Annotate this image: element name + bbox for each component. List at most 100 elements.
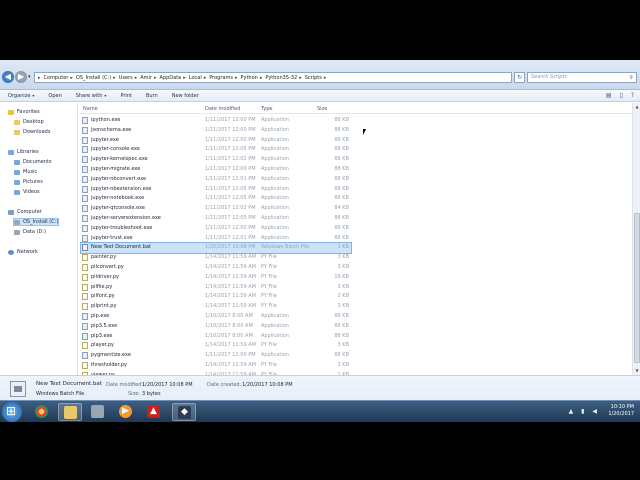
- clock[interactable]: 10:10 PM 1/20/2017: [608, 404, 634, 418]
- breadcrumb-item[interactable]: Python35-32: [265, 75, 297, 81]
- breadcrumb-item[interactable]: Computer: [44, 75, 69, 81]
- chevron-down-icon: ▾: [104, 92, 107, 98]
- breadcrumb-separator-icon[interactable]: ▸: [299, 75, 302, 81]
- preview-pane-icon[interactable]: ▯: [620, 92, 623, 99]
- taskbar-app-3[interactable]: [86, 403, 110, 421]
- nav-data-drive[interactable]: Data (D:): [14, 229, 46, 235]
- breadcrumb-separator-icon[interactable]: ▸: [204, 75, 207, 81]
- nav-libraries[interactable]: Libraries: [8, 149, 39, 155]
- file-name: pilprint.py: [91, 303, 117, 310]
- nav-network[interactable]: Network: [8, 249, 38, 255]
- file-size: 88 KB: [334, 312, 349, 319]
- table-row[interactable]: jupyter.exe 1/11/2017 12:00 PM Application…: [81, 136, 351, 146]
- table-row[interactable]: jupyter-migrate.exe 1/11/2017 12:00 PM App…: [81, 165, 351, 175]
- organize-button[interactable]: Organize ▾: [8, 93, 34, 99]
- breadcrumb-item[interactable]: Users: [119, 75, 133, 81]
- scroll-thumb[interactable]: [634, 213, 640, 363]
- vertical-scrollbar[interactable]: ▲ ▼: [632, 103, 640, 375]
- table-row[interactable]: pip3.exe 1/10/2017 8:00 AM Application 88 K…: [81, 332, 351, 342]
- clock-date: 1/20/2017: [608, 411, 634, 417]
- table-row-selected[interactable]: New Text Document.bat 1/20/2017 10:08 PM W…: [80, 242, 352, 255]
- py-file-icon: [82, 263, 88, 271]
- breadcrumb-item[interactable]: AppData: [160, 75, 182, 81]
- taskbar-acrobat[interactable]: ▲: [142, 403, 166, 421]
- nav-computer[interactable]: Computer: [8, 209, 42, 215]
- taskbar-app-6[interactable]: ◆: [172, 403, 196, 421]
- table-row[interactable]: pip.exe 1/10/2017 8:00 AM Application 88 KB: [81, 312, 351, 322]
- breadcrumb-separator-icon[interactable]: ▸: [235, 75, 238, 81]
- table-row[interactable]: jsonschema.exe 1/11/2017 12:00 PM Applicat…: [81, 126, 351, 136]
- table-row[interactable]: thresholder.py 1/14/2017 11:59 AM PY File 2…: [81, 361, 351, 371]
- system-tray-icons[interactable]: ▲ ▮ ◀: [569, 408, 600, 415]
- taskbar-media-player[interactable]: ▶: [114, 403, 138, 421]
- taskbar-explorer[interactable]: [58, 403, 82, 421]
- nav-pictures[interactable]: Pictures: [14, 179, 43, 185]
- column-size[interactable]: Size: [317, 106, 327, 112]
- breadcrumb-item[interactable]: Local: [189, 75, 202, 81]
- table-row[interactable]: painter.py 1/14/2017 11:59 AM PY File 3 KB: [81, 253, 351, 263]
- table-row[interactable]: pildriver.py 1/14/2017 11:59 AM PY File 16 …: [81, 273, 351, 283]
- breadcrumb-separator-icon[interactable]: ▸: [154, 75, 157, 81]
- table-row[interactable]: player.py 1/14/2017 11:59 AM PY File 3 KB: [81, 341, 351, 351]
- table-row[interactable]: jupyter-console.exe 1/11/2017 12:05 PM App…: [81, 145, 351, 155]
- table-row[interactable]: jupyter-nbconvert.exe 1/11/2017 12:01 PM A…: [81, 175, 351, 185]
- table-row[interactable]: jupyter-troubleshoot.exe 1/11/2017 12:00 …: [81, 224, 351, 234]
- column-type[interactable]: Type: [261, 106, 272, 112]
- refresh-icon[interactable]: ↻: [514, 72, 525, 83]
- start-button[interactable]: [2, 402, 22, 422]
- table-row[interactable]: jupyter-serverextension.exe 1/11/2017 12:…: [81, 214, 351, 224]
- share-with-button[interactable]: Share with ▾: [76, 93, 107, 99]
- breadcrumb-item[interactable]: Scripts: [305, 75, 322, 81]
- table-row[interactable]: pilconvert.py 1/14/2017 11:59 AM PY File 3 …: [81, 263, 351, 273]
- burn-button[interactable]: Burn: [146, 93, 158, 99]
- breadcrumb-separator-icon[interactable]: ▸: [38, 75, 41, 81]
- file-name: thresholder.py: [91, 361, 127, 368]
- table-row[interactable]: jupyter-notebook.exe 1/11/2017 12:05 PM Ap…: [81, 194, 351, 204]
- table-row[interactable]: jupyter-nbextension.exe 1/11/2017 12:05 P…: [81, 185, 351, 195]
- breadcrumb-separator-icon[interactable]: ▸: [260, 75, 263, 81]
- breadcrumb-item[interactable]: Python: [240, 75, 257, 81]
- scroll-down-icon[interactable]: ▼: [634, 368, 640, 374]
- breadcrumb-separator-icon[interactable]: ▸: [70, 75, 73, 81]
- column-name[interactable]: Name: [83, 106, 98, 112]
- taskbar-chrome[interactable]: [30, 403, 54, 421]
- scroll-up-icon[interactable]: ▲: [634, 104, 640, 110]
- breadcrumb-separator-icon[interactable]: ▸: [324, 75, 327, 81]
- nav-music[interactable]: Music: [14, 169, 37, 175]
- search-input[interactable]: Search Scripts ⚲: [527, 72, 637, 83]
- table-row[interactable]: ipython.exe 1/11/2017 12:00 PM Application…: [81, 116, 351, 126]
- breadcrumb-item[interactable]: Programs: [209, 75, 233, 81]
- table-row[interactable]: pilfile.py 1/14/2017 11:59 AM PY File 3 KB: [81, 283, 351, 293]
- new-folder-button[interactable]: New folder: [172, 93, 199, 99]
- nav-desktop[interactable]: Desktop: [14, 119, 44, 125]
- breadcrumb-separator-icon[interactable]: ▸: [183, 75, 186, 81]
- forward-arrow-icon[interactable]: ▶: [15, 71, 27, 83]
- breadcrumb-separator-icon[interactable]: ▸: [135, 75, 138, 81]
- exe-file-icon: [82, 332, 88, 340]
- table-row[interactable]: pilprint.py 1/14/2017 11:59 AM PY File 3 KB: [81, 302, 351, 312]
- breadcrumb-separator-icon[interactable]: ▸: [113, 75, 116, 81]
- table-row[interactable]: pip3.5.exe 1/10/2017 8:00 AM Application 88…: [81, 322, 351, 332]
- breadcrumb-item[interactable]: OS_Install (C:): [76, 75, 111, 81]
- back-arrow-icon[interactable]: ◀: [2, 71, 14, 83]
- nav-favorites[interactable]: Favorites: [8, 109, 40, 115]
- breadcrumb[interactable]: ▸ Computer ▸ OS_Install (C:) ▸ Users ▸ Amir ▸ App…: [34, 72, 512, 83]
- column-date-modified[interactable]: Date modified: [205, 106, 240, 112]
- table-row[interactable]: pilfont.py 1/14/2017 11:59 AM PY File 2 KB: [81, 292, 351, 302]
- open-button[interactable]: Open: [48, 93, 61, 99]
- nav-videos[interactable]: Videos: [14, 189, 40, 195]
- table-row[interactable]: jupyter-trust.exe 1/11/2017 12:01 PM Appli…: [81, 234, 351, 244]
- table-row[interactable]: jupyter-qtconsole.exe 1/11/2017 12:02 PM A…: [81, 204, 351, 214]
- history-dropdown-icon[interactable]: ▾: [28, 74, 31, 80]
- print-button[interactable]: Print: [120, 93, 132, 99]
- nav-os-install[interactable]: OS_Install (C:): [12, 218, 60, 226]
- table-row[interactable]: jupyter-kernelspec.exe 1/11/2017 12:02 PM…: [81, 155, 351, 165]
- nav-downloads[interactable]: Downloads: [14, 129, 50, 135]
- file-type: Application: [261, 126, 289, 133]
- nav-documents[interactable]: Documents: [14, 159, 52, 165]
- breadcrumb-item[interactable]: Amir: [140, 75, 152, 81]
- table-row[interactable]: pygmentize.exe 1/11/2017 12:00 PM Applicat…: [81, 351, 351, 361]
- help-icon[interactable]: ?: [631, 92, 634, 99]
- details-file-type: Windows Batch File: [36, 391, 85, 397]
- view-options-icon[interactable]: ▤: [606, 92, 612, 99]
